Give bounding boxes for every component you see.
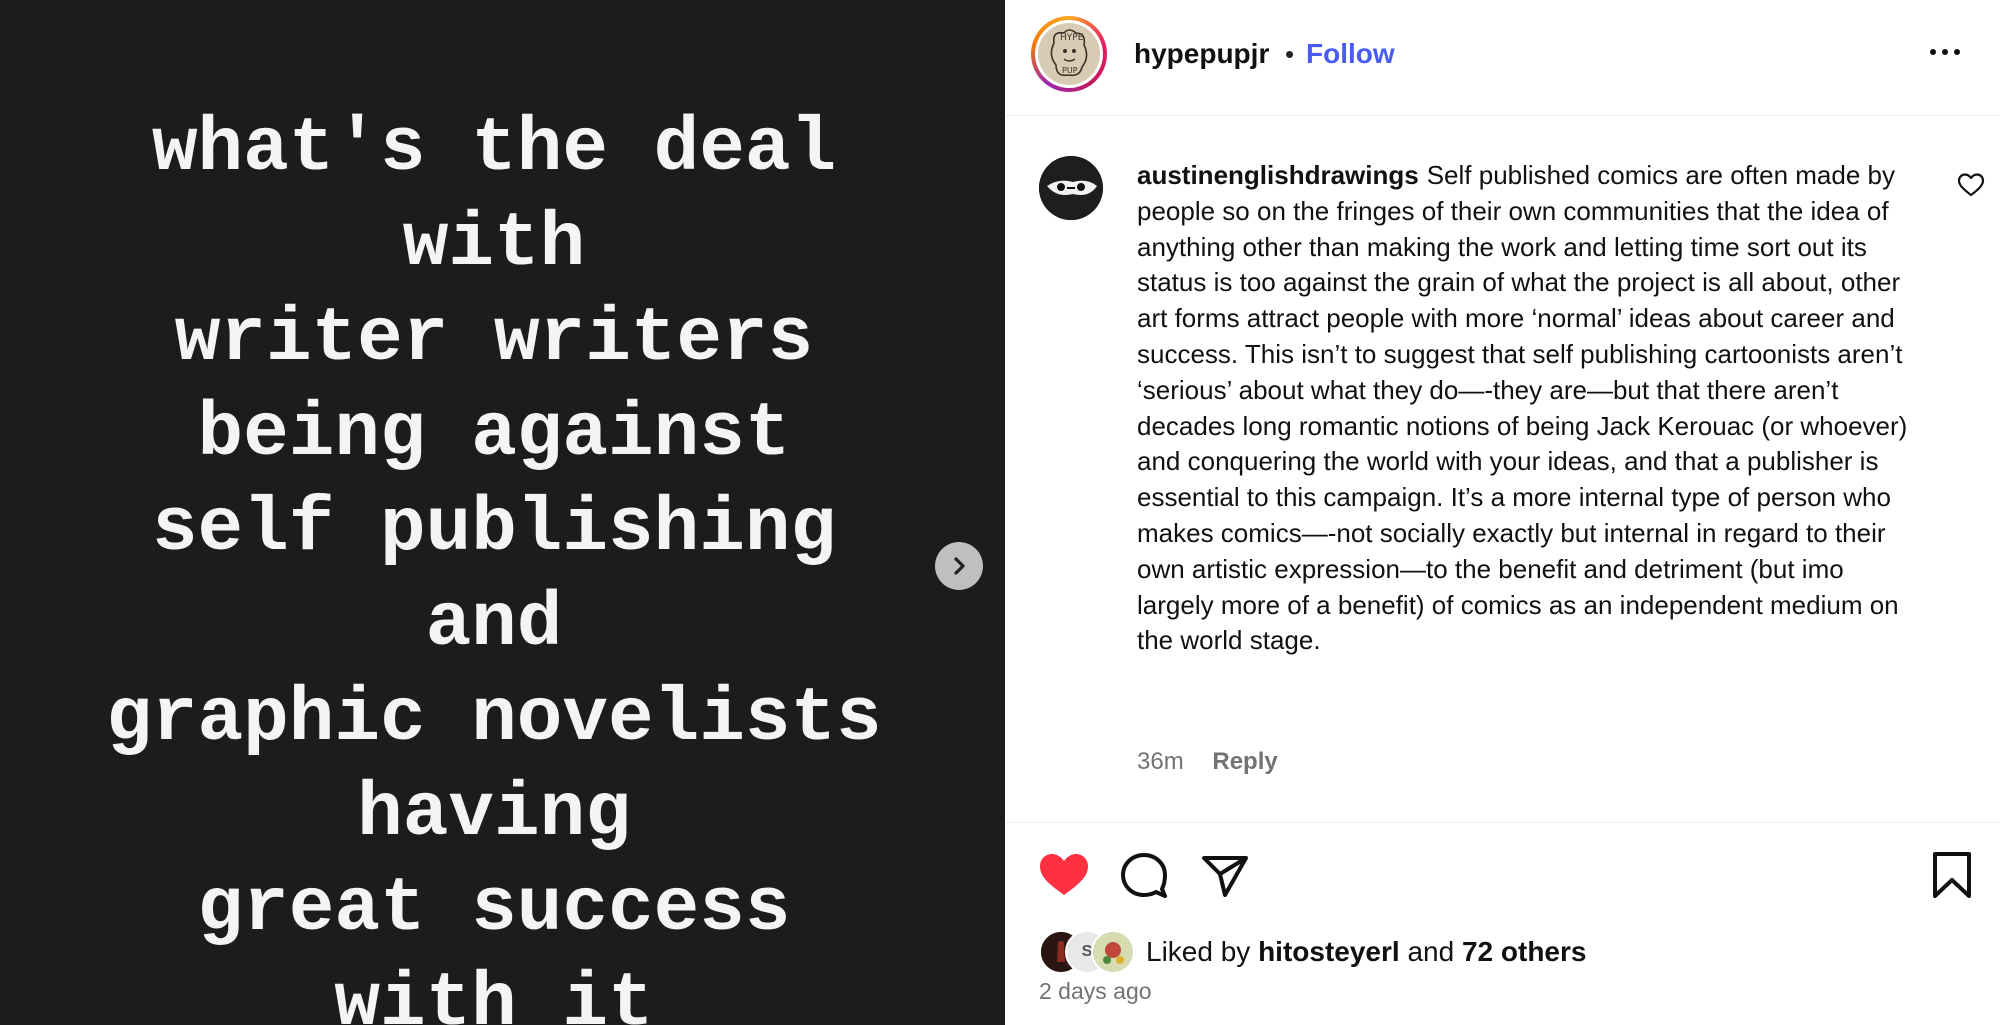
media-text-line: graphic novelists: [106, 676, 882, 762]
author-avatar-image: HYPE PUP: [1038, 23, 1100, 85]
more-dot: [1954, 49, 1960, 55]
media-text-line: great success: [197, 866, 791, 952]
media-text-line: and: [425, 581, 563, 667]
avatar-logo-text: HYPE: [1060, 33, 1084, 43]
first-liker-username[interactable]: hitosteyerl: [1258, 936, 1400, 967]
post-date[interactable]: 2 days ago: [1039, 976, 1152, 1006]
more-options-button[interactable]: [1925, 42, 1965, 62]
comment-timestamp: 36m: [1137, 748, 1184, 775]
media-text-line: having: [357, 771, 631, 857]
comment-meta: 36m Reply: [1137, 747, 1278, 777]
author-username[interactable]: hypepupjr: [1134, 37, 1269, 71]
liker-avatars[interactable]: S: [1039, 930, 1139, 974]
commenter-avatar[interactable]: [1039, 156, 1103, 220]
post-media-text: what's the deal with writer writers being a…: [0, 102, 988, 1025]
media-text-line: being against: [197, 391, 791, 477]
svg-text:PUP: PUP: [1062, 66, 1078, 75]
media-text-line: self publishing: [151, 486, 837, 572]
more-dot: [1930, 49, 1936, 55]
media-text-line: with: [402, 201, 586, 287]
liker-avatar: [1091, 930, 1135, 974]
actions-divider: [1005, 822, 2000, 823]
commenter-avatar-image: [1039, 156, 1103, 220]
post-media: what's the deal with writer writers being a…: [0, 0, 1005, 1025]
heart-outline-icon[interactable]: [1957, 172, 1985, 198]
likes-connector: and: [1407, 936, 1455, 967]
avatar-drawing: HYPE PUP: [1050, 29, 1088, 77]
follow-button[interactable]: Follow: [1306, 37, 1395, 71]
reply-button[interactable]: Reply: [1212, 748, 1277, 775]
separator-dot: •: [1285, 39, 1295, 69]
bookmark-icon[interactable]: [1925, 850, 1979, 900]
avatar-ring-inner: HYPE PUP: [1035, 20, 1103, 88]
commenter-username[interactable]: austinenglishdrawings: [1137, 160, 1419, 190]
heart-filled-icon[interactable]: [1037, 850, 1091, 900]
comment-body: austinenglishdrawings Self published comi…: [1137, 158, 1927, 659]
post-header: HYPE PUP hypepupjr • Follow: [1005, 0, 2000, 116]
post-side-panel: HYPE PUP hypepupjr • Follow austinenglis…: [1005, 0, 2000, 1025]
media-text-line: with it: [334, 961, 654, 1025]
comment-icon[interactable]: [1117, 850, 1171, 900]
media-text-line: writer writers: [174, 296, 814, 382]
likes-prefix: Liked by: [1146, 936, 1251, 967]
author-avatar[interactable]: HYPE PUP: [1031, 16, 1107, 92]
comment-text: Self published comics are often made by …: [1137, 160, 1908, 656]
likes-count-link[interactable]: 72 others: [1462, 936, 1587, 967]
send-icon[interactable]: [1198, 850, 1252, 900]
next-slide-button[interactable]: [935, 542, 983, 590]
more-dot: [1942, 49, 1948, 55]
chevron-right-icon: [954, 557, 965, 575]
likes-summary: Liked by hitosteyerl and 72 others: [1146, 935, 1586, 969]
media-text-line: what's the deal: [151, 106, 837, 192]
